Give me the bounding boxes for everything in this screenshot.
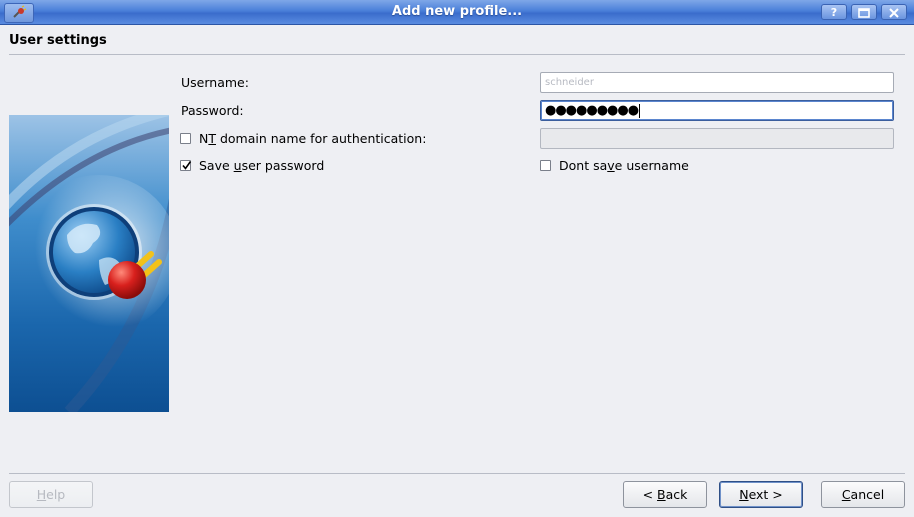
- nt-domain-checkbox[interactable]: [180, 133, 191, 144]
- username-input[interactable]: schneider: [540, 72, 894, 93]
- add-profile-window: Add new profile... ? User settings Usern…: [0, 0, 914, 517]
- dont-save-username-label[interactable]: Dont save username: [559, 158, 689, 173]
- maximize-icon[interactable]: [851, 4, 877, 20]
- password-input[interactable]: ●●●●●●●●●: [540, 100, 894, 121]
- nt-domain-label[interactable]: NT domain name for authentication:: [199, 131, 426, 146]
- help-icon[interactable]: ?: [821, 4, 847, 20]
- password-label: Password:: [181, 103, 244, 118]
- username-value: schneider: [545, 77, 594, 88]
- window-title: Add new profile...: [391, 4, 523, 19]
- cancel-button[interactable]: Cancel: [821, 481, 905, 508]
- close-icon[interactable]: [881, 4, 907, 20]
- page-title: User settings: [9, 33, 107, 48]
- title-bar[interactable]: Add new profile... ?: [0, 0, 914, 25]
- username-label: Username:: [181, 75, 249, 90]
- next-button[interactable]: Next >: [719, 481, 803, 508]
- text-caret: [639, 103, 641, 118]
- save-password-checkbox[interactable]: [180, 160, 192, 171]
- password-value: ●●●●●●●●●: [545, 103, 639, 118]
- help-button[interactable]: Help: [9, 481, 93, 508]
- save-password-label[interactable]: Save user password: [199, 158, 324, 173]
- footer-divider: [9, 473, 905, 474]
- dont-save-username-checkbox[interactable]: [540, 160, 551, 171]
- network-globe-image: [9, 115, 169, 412]
- back-button[interactable]: < Back: [623, 481, 707, 508]
- nt-domain-input[interactable]: [540, 128, 894, 149]
- header-divider: [9, 54, 905, 55]
